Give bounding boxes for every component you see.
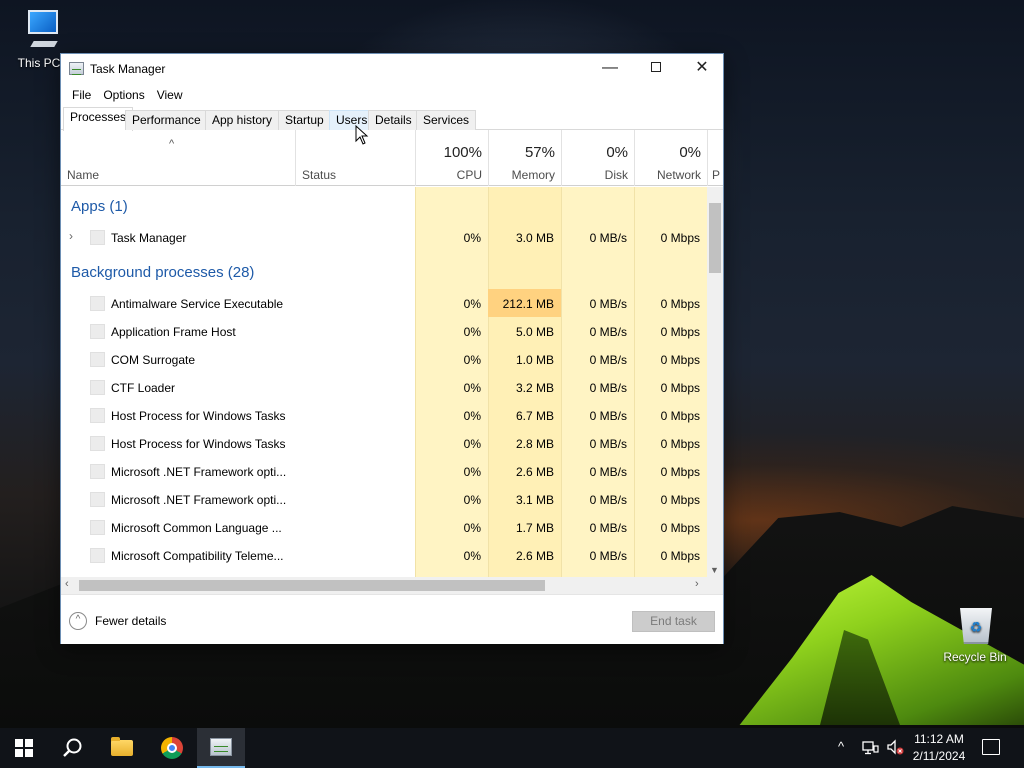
taskbar-task-manager[interactable]: [197, 728, 245, 768]
process-icon: [90, 436, 105, 451]
process-icon: [90, 352, 105, 367]
process-icon: [90, 492, 105, 507]
computer-icon: [16, 8, 62, 52]
table-row[interactable]: Microsoft .NET Framework opti... 0% 2.6 …: [61, 457, 707, 485]
menu-bar: File Options View: [61, 84, 723, 106]
task-manager-icon: [69, 62, 84, 75]
desktop-icon-recycle-bin[interactable]: ♻ Recycle Bin: [935, 602, 1015, 664]
tab-app-history[interactable]: App history: [205, 110, 280, 130]
taskbar-chrome[interactable]: [148, 728, 196, 768]
action-center-icon[interactable]: [982, 739, 1000, 755]
chevron-up-icon: ^: [69, 612, 87, 630]
table-row[interactable]: COM Surrogate 0% 1.0 MB 0 MB/s 0 Mbps: [61, 345, 707, 373]
column-header-cpu[interactable]: 100% CPU: [415, 130, 488, 186]
menu-file[interactable]: File: [67, 88, 96, 102]
horizontal-scrollbar[interactable]: ‹ ›: [61, 577, 707, 594]
window-title: Task Manager: [90, 62, 166, 76]
footer-bar: ^ Fewer details End task: [61, 594, 723, 644]
system-clock[interactable]: 11:12 AM 2/11/2024: [905, 731, 973, 765]
chrome-icon: [161, 737, 183, 759]
taskbar-file-explorer[interactable]: [98, 728, 146, 768]
table-row[interactable]: Microsoft Compatibility Teleme... 0% 2.6…: [61, 541, 707, 569]
table-row[interactable]: Microsoft .NET Framework opti... 0% 3.1 …: [61, 485, 707, 513]
maximize-icon: [651, 62, 661, 72]
column-header-row: ^ Name Status 100% CPU 57% Memory 0% Dis…: [61, 130, 723, 186]
group-header-apps[interactable]: Apps (1): [61, 193, 707, 221]
horizontal-scroll-thumb[interactable]: [79, 580, 545, 591]
column-header-disk[interactable]: 0% Disk: [561, 130, 634, 186]
process-icon: [90, 380, 105, 395]
table-row[interactable]: Microsoft Common Language ... 0% 1.7 MB …: [61, 513, 707, 541]
start-icon: [15, 739, 33, 757]
table-row[interactable]: CTF Loader 0% 3.2 MB 0 MB/s 0 Mbps: [61, 373, 707, 401]
vertical-scrollbar[interactable]: ▼: [707, 187, 723, 577]
group-header-background[interactable]: Background processes (28): [61, 259, 707, 287]
show-hidden-icons-chevron-icon[interactable]: ^: [838, 739, 844, 768]
menu-view[interactable]: View: [152, 88, 188, 102]
end-task-button[interactable]: End task: [632, 611, 715, 632]
scrollbar-corner: [707, 577, 723, 594]
file-explorer-icon: [111, 737, 133, 756]
title-bar[interactable]: Task Manager — ✕: [61, 54, 723, 84]
search-button[interactable]: [48, 728, 96, 768]
search-icon: [63, 738, 82, 757]
volume-muted-icon[interactable]: [886, 739, 904, 768]
taskbar: ^ 11:12 AM 2/11/2024: [0, 728, 1024, 768]
column-header-network[interactable]: 0% Network: [634, 130, 707, 186]
network-icon[interactable]: [862, 740, 880, 768]
column-header-memory[interactable]: 57% Memory: [488, 130, 561, 186]
fewer-details-button[interactable]: ^ Fewer details: [69, 612, 166, 630]
task-manager-icon: [210, 738, 232, 756]
mouse-cursor-icon: [355, 124, 369, 148]
scroll-left-arrow-icon[interactable]: ‹: [65, 578, 69, 590]
desktop-icon-label: Recycle Bin: [943, 650, 1007, 664]
tab-performance[interactable]: Performance: [125, 110, 208, 130]
start-button[interactable]: [0, 728, 48, 768]
minimize-button[interactable]: —: [587, 54, 633, 84]
maximize-button[interactable]: [633, 54, 679, 84]
process-icon: [90, 464, 105, 479]
tab-details[interactable]: Details: [368, 110, 419, 130]
column-header-name[interactable]: ^ Name: [61, 130, 295, 186]
clock-date: 2/11/2024: [912, 749, 966, 763]
process-icon: [90, 230, 105, 245]
process-icon: [90, 520, 105, 535]
process-icon: [90, 548, 105, 563]
tab-services[interactable]: Services: [416, 110, 477, 130]
chevron-right-icon[interactable]: ›: [69, 229, 73, 243]
table-row[interactable]: Application Frame Host 0% 5.0 MB 0 MB/s …: [61, 317, 707, 345]
menu-options[interactable]: Options: [98, 88, 149, 102]
vertical-scroll-thumb[interactable]: [709, 203, 721, 273]
table-row[interactable]: › Task Manager 0% 3.0 MB 0 MB/s 0 Mbps: [61, 223, 707, 251]
tab-strip: Processes Performance App history Startu…: [61, 106, 723, 131]
process-icon: [90, 408, 105, 423]
tab-processes[interactable]: Processes: [63, 107, 134, 131]
sort-caret-icon: ^: [169, 138, 175, 150]
close-button[interactable]: ✕: [679, 54, 725, 84]
task-manager-window: Task Manager — ✕ File Options View Proce…: [60, 53, 724, 644]
scroll-right-arrow-icon[interactable]: ›: [695, 578, 699, 590]
scroll-down-arrow-icon[interactable]: ▼: [710, 565, 719, 575]
table-row[interactable]: Antimalware Service Executable 0% 212.1 …: [61, 289, 707, 317]
column-header-power-cutoff[interactable]: P: [707, 130, 723, 186]
tab-startup[interactable]: Startup: [278, 110, 331, 130]
clock-time: 11:12 AM: [914, 732, 964, 746]
table-row[interactable]: Host Process for Windows Tasks 0% 6.7 MB…: [61, 401, 707, 429]
table-row[interactable]: Host Process for Windows Tasks 0% 2.8 MB…: [61, 429, 707, 457]
process-list: Apps (1) › Task Manager 0% 3.0 MB 0 MB/s…: [61, 187, 707, 577]
process-icon: [90, 296, 105, 311]
process-icon: [90, 324, 105, 339]
recycle-bin-icon: ♻: [956, 602, 994, 646]
